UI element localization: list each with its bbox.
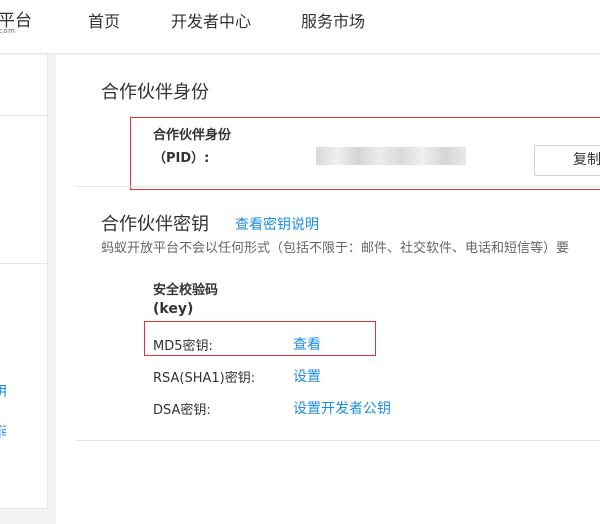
logo-domain: com [0,27,16,35]
sidebar-item-fragment[interactable]: 间 [0,422,6,442]
nav-service-market[interactable]: 服务市场 [301,8,365,32]
security-code-key-label: (key) [153,301,194,317]
security-notice: 蚂蚁开放平台不会以任何形式（包括不限于：邮件、社交软件、电话和短信等）要 [101,241,570,256]
pid-label: 合作伙伴身份 [153,128,232,143]
view-md5-key-link[interactable]: 查看 [293,334,321,354]
pid-value-masked [316,147,466,165]
sidebar-item-fragment[interactable]: 用 [0,381,6,401]
copy-pid-button[interactable]: 复制 [534,145,600,176]
sidebar: 用 间 [0,55,48,509]
pid-label-suffix: （PID）: [153,151,210,166]
keys-section-title: 合作伙伴密钥 [101,214,209,235]
sidebar-divider [0,263,48,264]
dsa-key-label: DSA密钥: [153,403,211,418]
top-nav-bar: 平台 com 首页 开发者中心 服务市场 [0,0,600,54]
sidebar-divider [0,115,48,116]
view-key-help-link[interactable]: 查看密钥说明 [235,214,319,234]
md5-key-label: MD5密钥: [153,339,213,354]
section-divider [76,186,600,187]
rsa-key-label: RSA(SHA1)密钥: [153,371,256,386]
main-panel: 合作伙伴身份 合作伙伴身份 （PID）: 复制 合作伙伴密钥 查看密钥说明 蚂蚁… [56,55,600,524]
nav-home[interactable]: 首页 [88,8,120,32]
section-divider [76,440,600,441]
identity-section-title: 合作伙伴身份 [101,82,209,103]
logo[interactable]: 平台 com [0,6,32,36]
set-developer-public-key-link[interactable]: 设置开发者公钥 [293,398,391,418]
security-code-label: 安全校验码 [153,283,219,298]
set-rsa-key-link[interactable]: 设置 [293,366,321,386]
nav-developer-center[interactable]: 开发者中心 [171,8,251,32]
